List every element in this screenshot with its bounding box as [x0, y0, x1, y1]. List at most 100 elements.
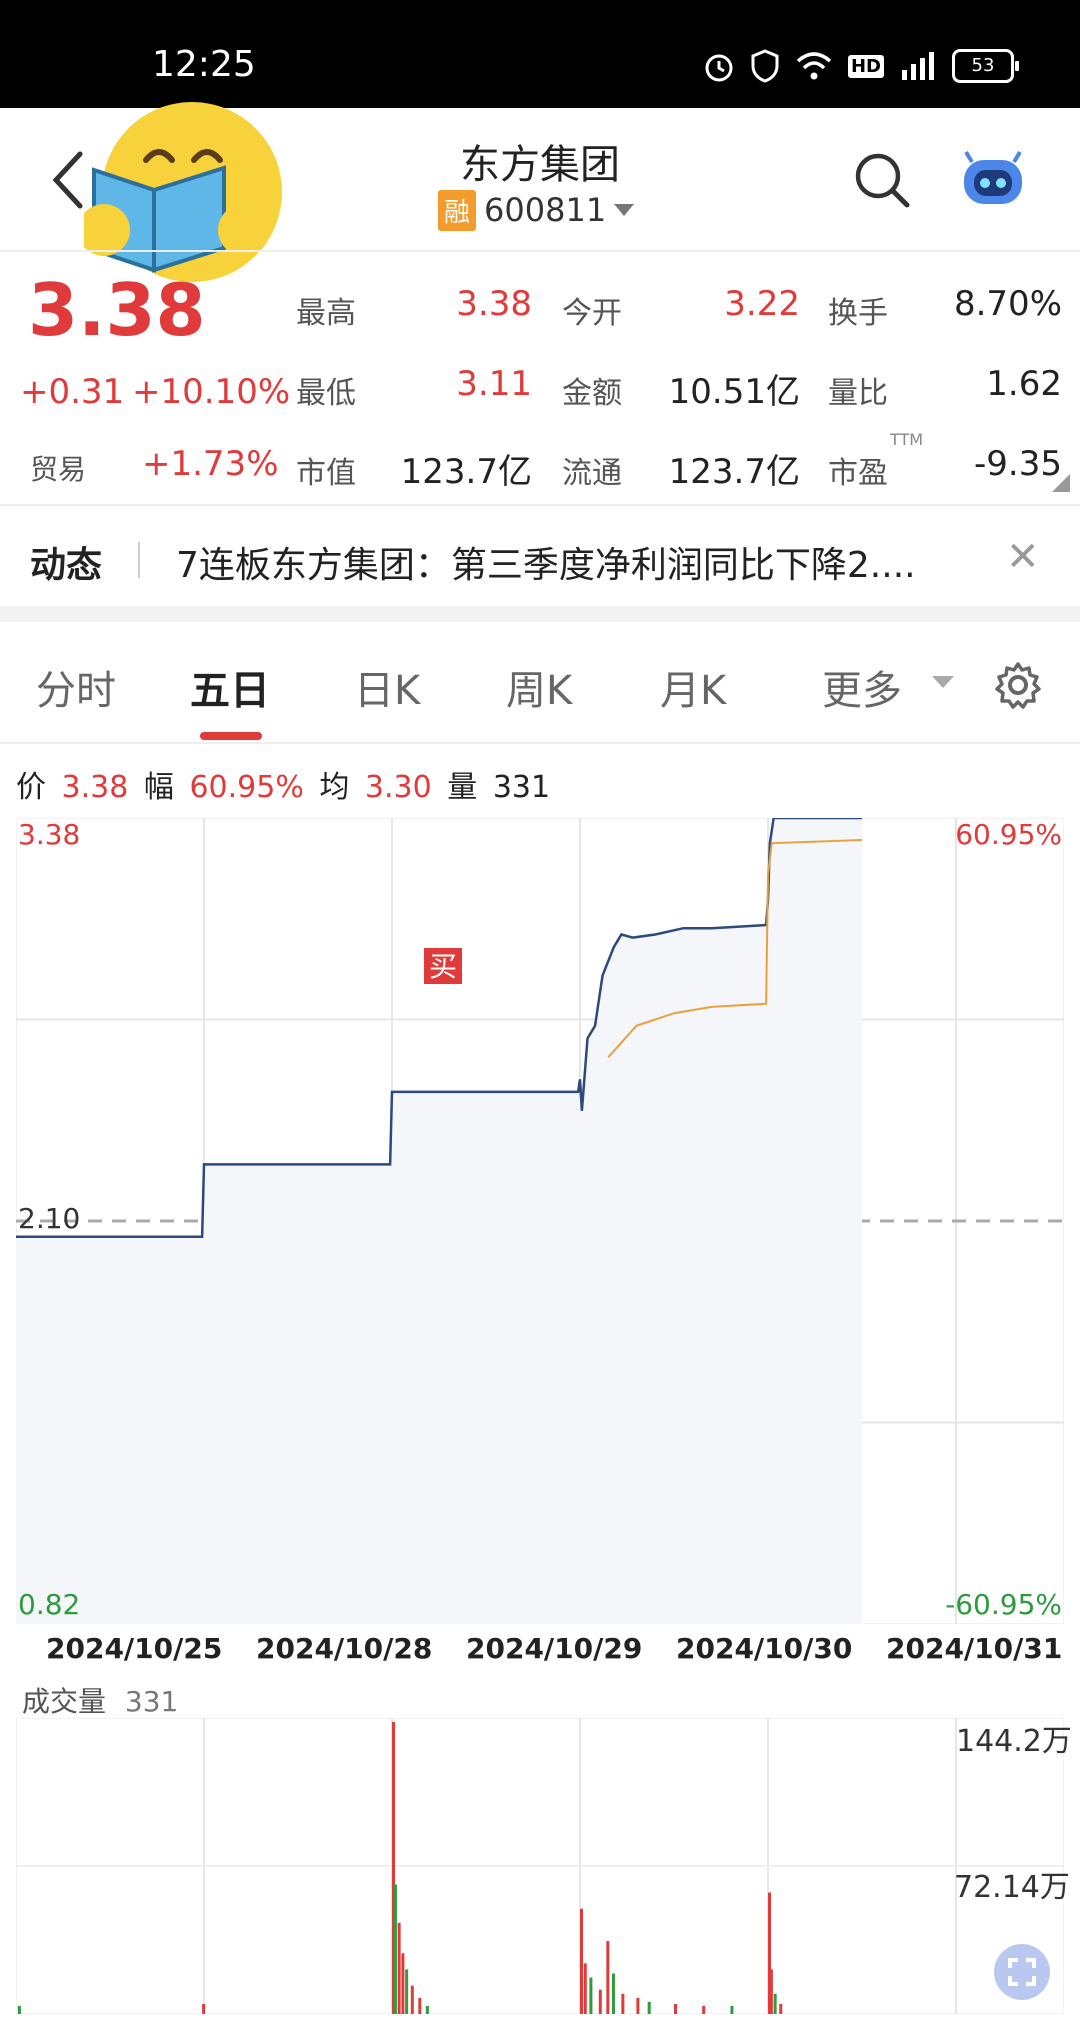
volume-bar [636, 1997, 640, 2014]
price-key: 价 [16, 770, 46, 805]
field-value: 3.22 [724, 284, 800, 324]
field-label: 金额 [562, 376, 622, 411]
current-price: 3.38 [28, 268, 206, 352]
robot-assistant-icon[interactable] [958, 150, 1028, 214]
field-value: 10.51亿 [668, 372, 800, 412]
tab-intraday[interactable]: 分时 [36, 658, 116, 716]
tab-daily-k[interactable]: 日K [354, 658, 420, 716]
status-time: 12:25 [152, 44, 256, 85]
buy-marker[interactable]: 买 [424, 948, 462, 984]
stock-code: 600811 [484, 191, 607, 229]
volume-title: 成交量 [22, 1685, 107, 1718]
volume-bar [769, 1969, 773, 2014]
volume-bar [611, 1973, 615, 2014]
volume-bar [589, 1977, 593, 2014]
tab-more[interactable]: 更多 [822, 658, 902, 716]
volume-header: 成交量 331 [22, 1680, 178, 1720]
volume-bar [621, 1993, 625, 2014]
volume-axis-mid: 72.14万 [954, 1870, 1070, 1905]
field-label: 最高 [296, 296, 356, 331]
ttm-superscript: TTM [890, 430, 924, 449]
amplitude-value: 60.95% [189, 770, 304, 805]
date-label: 2024/10/28 [256, 1632, 433, 1665]
field-label: 流通 [562, 456, 622, 491]
field-value: 1.62 [986, 364, 1062, 404]
gear-icon[interactable] [993, 660, 1043, 710]
search-icon[interactable] [852, 150, 912, 210]
stock-title: 东方集团 [460, 142, 620, 188]
tab-five-day[interactable]: 五日 [190, 658, 270, 716]
field-value: 123.7亿 [668, 452, 800, 492]
hd-icon: HD [847, 54, 884, 78]
field-value: -9.35 [974, 444, 1062, 484]
chart-tabs: 分时 五日 日K 周K 月K 更多 [0, 622, 1080, 744]
volume-bar [202, 2003, 206, 2014]
buy-marker-label: 买 [429, 950, 457, 983]
alarm-icon [705, 54, 733, 82]
pct-axis-min: -60.95% [945, 1588, 1062, 1621]
wifi-icon [796, 52, 832, 80]
news-ticker[interactable]: 动态 7连板东方集团：第三季度净利润同比下降2.... ✕ [0, 506, 1080, 606]
volume-bar [606, 1941, 610, 2014]
field-label: 市盈 [828, 456, 888, 491]
status-bar: 12:25 HD 53 [0, 0, 1080, 108]
field-value: 3.11 [456, 364, 532, 404]
volume-bar [17, 2005, 21, 2014]
field-label: 最低 [296, 376, 356, 411]
volume-bar [418, 1997, 422, 2014]
volume-bar [401, 1953, 405, 2014]
reading-emoji-sticker [84, 102, 282, 282]
volume-bar [598, 1989, 602, 2014]
chart-info-row: 价 3.38 幅 60.95% 均 3.30 量 331 [16, 762, 556, 806]
average-key: 均 [319, 770, 350, 805]
volume-bar [674, 2003, 677, 2014]
price-change-percent: +10.10% [132, 372, 291, 412]
volume-value: 331 [492, 770, 551, 805]
field-label: 量比 [828, 376, 888, 411]
field-label: 市值 [296, 456, 356, 491]
fullscreen-button[interactable] [994, 1944, 1050, 2000]
y-axis-reference: 2.10 [18, 1202, 80, 1235]
volume-key: 量 [447, 770, 478, 805]
more-dropdown-icon [932, 676, 954, 688]
field-label: 今开 [562, 296, 622, 331]
volume-bar [580, 1908, 583, 2014]
average-value: 3.30 [364, 770, 432, 805]
signal-icon [902, 52, 934, 80]
five-day-price-chart[interactable]: 3.38 2.10 0.82 60.95% -60.95% 买 [16, 818, 1064, 1624]
volume-chart[interactable] [16, 1718, 1064, 2014]
volume-bar [405, 1969, 409, 2014]
y-axis-min: 0.82 [18, 1588, 80, 1621]
close-icon[interactable]: ✕ [1006, 534, 1040, 580]
volume-bar [730, 2005, 734, 2014]
date-label: 2024/10/30 [676, 1632, 853, 1665]
news-headline[interactable]: 7连板东方集团：第三季度净利润同比下降2.... [176, 536, 916, 588]
margin-badge: 融 [438, 189, 477, 231]
field-label: 换手 [828, 296, 888, 331]
field-value: 123.7亿 [400, 452, 532, 492]
section-gap [0, 606, 1080, 622]
active-tab-indicator [200, 732, 262, 740]
volume-bar [425, 2005, 429, 2014]
volume-current: 331 [124, 1685, 179, 1718]
date-label: 2024/10/29 [466, 1632, 643, 1665]
expand-corner-icon[interactable] [1052, 474, 1070, 492]
volume-bar [397, 1922, 401, 2014]
field-value: 8.70% [953, 284, 1062, 324]
sector-label: 贸易 [30, 453, 87, 486]
battery-icon: 53 [952, 49, 1019, 83]
status-icons: HD 53 [702, 44, 1019, 88]
divider [138, 542, 140, 578]
tab-weekly-k[interactable]: 周K [506, 658, 572, 716]
tab-monthly-k[interactable]: 月K [660, 658, 726, 716]
volume-bar [583, 1963, 587, 2014]
date-label: 2024/10/25 [46, 1632, 223, 1665]
fullscreen-icon [1008, 1958, 1036, 1986]
volume-bar [702, 2005, 706, 2014]
chevron-down-icon [614, 204, 635, 216]
amplitude-key: 幅 [143, 770, 174, 805]
volume-bar [773, 1993, 777, 2014]
stock-code-selector[interactable]: 融 600811 [438, 189, 635, 231]
price-change: +0.31 [20, 372, 125, 412]
volume-bar [410, 1985, 414, 2014]
